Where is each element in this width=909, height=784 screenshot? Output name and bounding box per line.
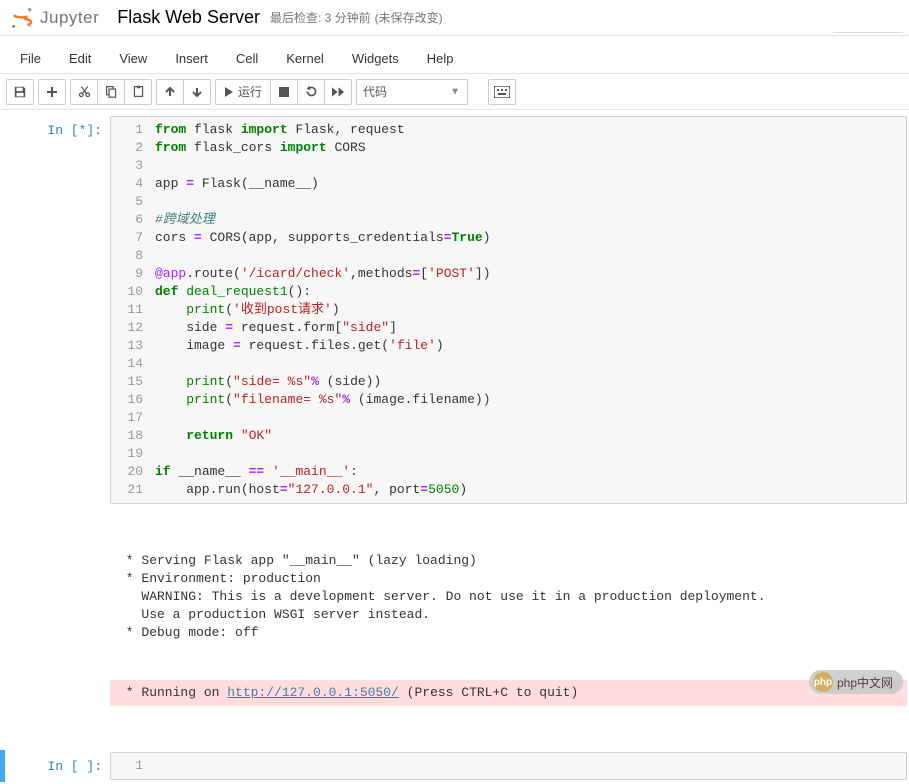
plus-icon: [46, 86, 58, 98]
arrow-down-icon: [191, 86, 203, 98]
save-button[interactable]: [6, 79, 34, 105]
run-label: 运行: [238, 83, 262, 100]
line-number-gutter: 1: [111, 753, 149, 779]
stop-icon: [279, 87, 289, 97]
move-up-button[interactable]: [156, 79, 184, 105]
logo-text: Jupyter: [40, 8, 99, 28]
arrow-up-icon: [164, 86, 176, 98]
output-area: * Serving Flask app "__main__" (lazy loa…: [110, 508, 907, 748]
add-cell-button[interactable]: [38, 79, 66, 105]
menu-kernel[interactable]: Kernel: [272, 45, 338, 72]
command-palette-button[interactable]: [488, 79, 516, 105]
autosave-status: (未保存改变): [375, 9, 443, 26]
menu-file[interactable]: File: [6, 45, 55, 72]
output-running-suffix: (Press CTRL+C to quit): [399, 685, 578, 700]
notebook-title[interactable]: Flask Web Server: [117, 7, 260, 28]
menu-cell[interactable]: Cell: [222, 45, 272, 72]
interrupt-button[interactable]: [270, 79, 298, 105]
notebook-container: In [*]: 12345678910111213141516171819202…: [0, 110, 909, 782]
prompt-column: In [*]:: [0, 116, 110, 504]
logo[interactable]: Jupyter: [8, 4, 99, 32]
watermark-text: php中文网: [837, 674, 893, 691]
code-editor[interactable]: [149, 753, 906, 779]
output-stderr: * Running on http://127.0.0.1:5050/ (Pre…: [110, 680, 907, 706]
edit-button-group: [70, 79, 152, 105]
header: Jupyter Flask Web Server 最后检查: 3 分钟前 (未保…: [0, 0, 909, 36]
paste-icon: [132, 85, 145, 98]
play-icon: [224, 87, 234, 97]
menubar: File Edit View Insert Cell Kernel Widget…: [0, 44, 909, 74]
move-button-group: [156, 79, 211, 105]
jupyter-icon: [8, 4, 36, 32]
input-area[interactable]: 123456789101112131415161718192021 from f…: [110, 116, 907, 504]
checkpoint-status: 最后检查: 3 分钟前: [270, 9, 371, 26]
menu-edit[interactable]: Edit: [55, 45, 105, 72]
output-text: * Serving Flask app "__main__" (lazy loa…: [110, 550, 907, 644]
input-prompt: In [ ]:: [47, 759, 102, 774]
run-button[interactable]: 运行: [215, 79, 271, 105]
copy-icon: [105, 85, 118, 98]
output-running-prefix: * Running on: [118, 685, 227, 700]
save-icon: [13, 85, 27, 99]
paste-button[interactable]: [124, 79, 152, 105]
cell-type-select-wrap: 代码 ▼: [356, 79, 468, 105]
fast-forward-icon: [332, 87, 345, 97]
kernel-indicator-area: [833, 3, 903, 33]
cell-type-select[interactable]: 代码: [356, 79, 468, 105]
cut-button[interactable]: [70, 79, 98, 105]
input-area[interactable]: 1: [110, 752, 907, 780]
restart-icon: [305, 85, 318, 98]
menu-view[interactable]: View: [105, 45, 161, 72]
menu-insert[interactable]: Insert: [161, 45, 222, 72]
toolbar: 运行 代码 ▼: [0, 74, 909, 110]
copy-button[interactable]: [97, 79, 125, 105]
move-down-button[interactable]: [183, 79, 211, 105]
input-prompt: In [*]:: [47, 123, 102, 138]
keyboard-icon: [494, 86, 510, 98]
watermark: php php中文网: [809, 670, 903, 694]
code-cell-1[interactable]: In [*]: 12345678910111213141516171819202…: [0, 114, 909, 506]
prompt-column: In [ ]:: [5, 752, 110, 780]
menu-help[interactable]: Help: [413, 45, 468, 72]
menu-widgets[interactable]: Widgets: [338, 45, 413, 72]
line-number-gutter: 123456789101112131415161718192021: [111, 117, 149, 503]
output-server-link[interactable]: http://127.0.0.1:5050/: [227, 685, 399, 700]
watermark-logo: php: [813, 672, 833, 692]
cut-icon: [78, 85, 91, 98]
code-editor[interactable]: from flask import Flask, requestfrom fla…: [149, 117, 906, 503]
restart-run-button[interactable]: [324, 79, 352, 105]
run-button-group: 运行: [215, 79, 352, 105]
restart-button[interactable]: [297, 79, 325, 105]
code-cell-2[interactable]: In [ ]: 1: [0, 750, 909, 782]
